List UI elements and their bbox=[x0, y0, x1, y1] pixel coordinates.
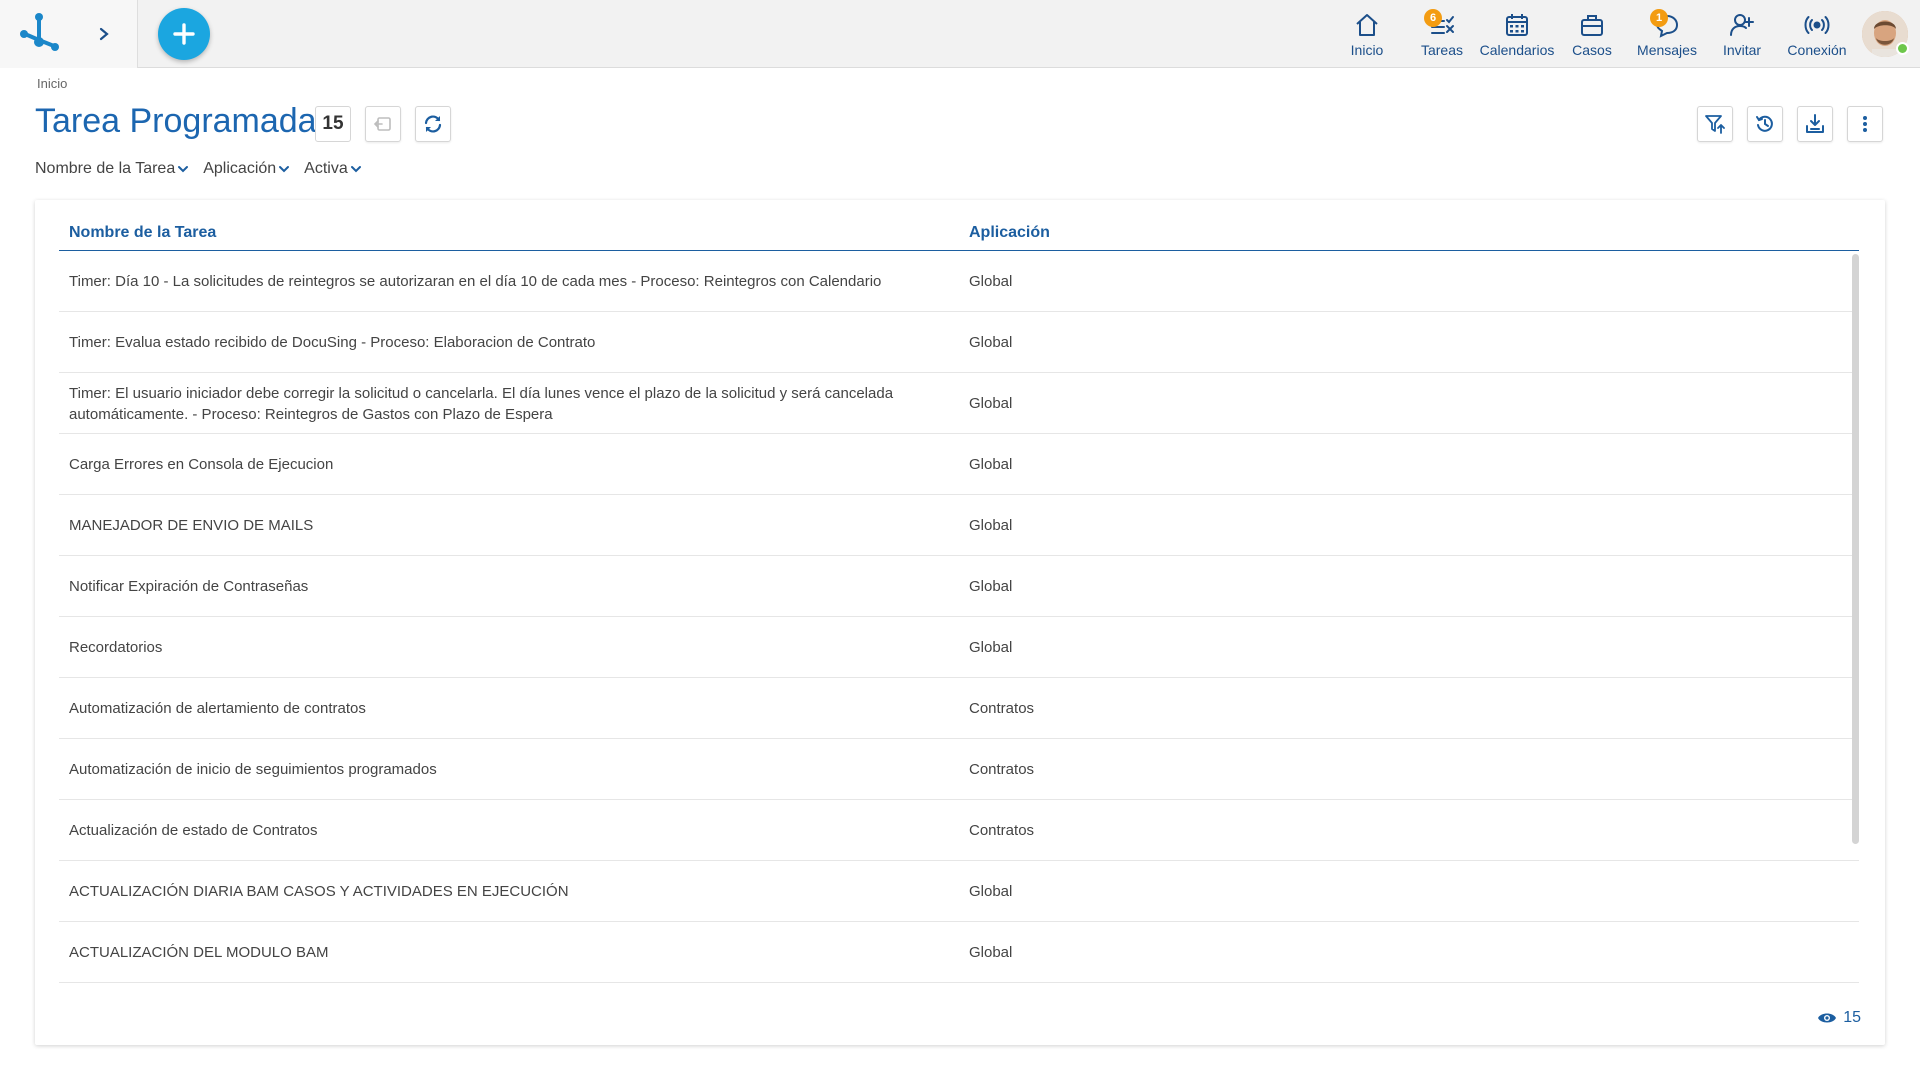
table-row[interactable]: ACTUALIZACIÓN DEL MODULO BAM Global bbox=[59, 922, 1859, 983]
cell-task-name: Carga Errores en Consola de Ejecucion bbox=[69, 456, 334, 473]
nav-label: Tareas bbox=[1420, 42, 1464, 58]
cell-application: Global bbox=[969, 578, 1013, 595]
tasks-badge: 6 bbox=[1424, 9, 1442, 27]
column-header-nombre[interactable]: Nombre de la Tarea bbox=[69, 224, 216, 242]
filter-button[interactable] bbox=[1697, 106, 1733, 142]
chevron-down-icon bbox=[279, 166, 290, 173]
column-header-aplicacion[interactable]: Aplicación bbox=[969, 224, 1050, 242]
filter-label: Nombre de la Tarea bbox=[35, 160, 176, 177]
nav-casos[interactable]: Casos bbox=[1556, 0, 1628, 68]
table-row[interactable]: Recordatorios Global bbox=[59, 617, 1859, 678]
table-row[interactable]: MANEJADOR DE ENVIO DE MAILS Global bbox=[59, 495, 1859, 556]
table-body: Timer: Día 10 - La solicitudes de reinte… bbox=[59, 251, 1859, 983]
visible-count-value: 15 bbox=[1843, 1009, 1861, 1026]
calendar-icon bbox=[1506, 14, 1528, 36]
cell-task-name: Notificar Expiración de Contraseñas bbox=[69, 578, 309, 595]
cell-task-name: MANEJADOR DE ENVIO DE MAILS bbox=[69, 517, 314, 534]
history-button[interactable] bbox=[1747, 106, 1783, 142]
cell-application: Contratos bbox=[969, 761, 1035, 778]
expand-menu-button[interactable] bbox=[92, 22, 116, 46]
cell-task-name: Timer: Día 10 - La solicitudes de reinte… bbox=[69, 273, 882, 290]
results-card: Nombre de la Tarea Aplicación Timer: Día… bbox=[35, 200, 1885, 1045]
cell-application: Global bbox=[969, 517, 1013, 534]
nav-inicio[interactable]: Inicio bbox=[1331, 0, 1403, 68]
cell-application: Global bbox=[969, 395, 1013, 412]
table-row[interactable]: ACTUALIZACIÓN DIARIA BAM CASOS Y ACTIVID… bbox=[59, 861, 1859, 922]
app-logo-icon[interactable] bbox=[16, 10, 62, 56]
nav-label: Invitar bbox=[1722, 42, 1762, 58]
table-row[interactable]: Automatización de alertamiento de contra… bbox=[59, 678, 1859, 739]
cell-application: Global bbox=[969, 273, 1013, 290]
cell-application: Contratos bbox=[969, 822, 1035, 839]
cell-task-name: Automatización de inicio de seguimientos… bbox=[69, 761, 437, 778]
nav-calendarios[interactable]: Calendarios bbox=[1479, 0, 1555, 68]
online-status-dot bbox=[1896, 42, 1909, 55]
table-row[interactable]: Timer: El usuario iniciador debe corregi… bbox=[59, 373, 1859, 434]
plus-icon bbox=[173, 23, 195, 45]
logo-area bbox=[0, 0, 138, 68]
table-row[interactable]: Timer: Evalua estado recibido de DocuSin… bbox=[59, 312, 1859, 373]
chevron-right-icon bbox=[99, 27, 109, 41]
nav-label: Inicio bbox=[1350, 42, 1384, 58]
home-icon bbox=[1356, 14, 1378, 36]
table-row[interactable]: Notificar Expiración de Contraseñas Globa… bbox=[59, 556, 1859, 617]
table-row[interactable]: Actualización de estado de Contratos Cont… bbox=[59, 800, 1859, 861]
eye-icon bbox=[1818, 1013, 1837, 1023]
table-row[interactable]: Carga Errores en Consola de Ejecucion Glo… bbox=[59, 434, 1859, 495]
table-header: Nombre de la Tarea Aplicación bbox=[59, 222, 1859, 251]
filter-activa[interactable]: Activa bbox=[304, 160, 362, 178]
more-vertical-icon bbox=[1863, 116, 1867, 132]
nav-tareas[interactable]: Tareas 6 bbox=[1406, 0, 1478, 68]
top-bar: Inicio Tareas 6 Calendarios Casos Mensaj… bbox=[0, 0, 1920, 68]
table-row[interactable]: Timer: Día 10 - La solicitudes de reinte… bbox=[59, 251, 1859, 312]
table-row[interactable]: Automatización de inicio de seguimientos… bbox=[59, 739, 1859, 800]
download-icon bbox=[1806, 114, 1824, 133]
cell-task-name: ACTUALIZACIÓN DEL MODULO BAM bbox=[69, 944, 329, 961]
add-button[interactable] bbox=[158, 8, 210, 60]
column-filters: Nombre de la Tarea Aplicación Activa bbox=[35, 160, 362, 178]
table-scrollbar[interactable] bbox=[1852, 254, 1859, 844]
messages-badge: 1 bbox=[1650, 9, 1668, 27]
nav-label: Mensajes bbox=[1637, 42, 1697, 58]
page-title: Tarea Programada bbox=[35, 102, 317, 140]
filter-label: Activa bbox=[304, 160, 348, 177]
cell-application: Global bbox=[969, 334, 1013, 351]
filter-icon bbox=[1705, 115, 1725, 134]
back-button[interactable] bbox=[365, 106, 401, 142]
record-count-badge: 15 bbox=[315, 106, 351, 142]
cell-application: Contratos bbox=[969, 700, 1035, 717]
nav-invitar[interactable]: Invitar bbox=[1706, 0, 1778, 68]
broadcast-icon bbox=[1804, 16, 1830, 34]
nav-mensajes[interactable]: Mensajes 1 bbox=[1631, 0, 1703, 68]
filter-nombre-tarea[interactable]: Nombre de la Tarea bbox=[35, 160, 189, 178]
cell-task-name: Actualización de estado de Contratos bbox=[69, 822, 318, 839]
cell-task-name: Timer: El usuario iniciador debe corregi… bbox=[69, 384, 894, 423]
export-button[interactable] bbox=[1797, 106, 1833, 142]
cell-task-name: Recordatorios bbox=[69, 639, 163, 656]
back-icon bbox=[373, 117, 391, 131]
filter-aplicacion[interactable]: Aplicación bbox=[203, 160, 290, 178]
nav-label: Conexión bbox=[1787, 42, 1847, 58]
visible-count: 15 bbox=[1817, 1009, 1861, 1027]
briefcase-icon bbox=[1581, 15, 1603, 36]
cell-application: Global bbox=[969, 456, 1013, 473]
nav-conexion[interactable]: Conexión bbox=[1781, 0, 1853, 68]
filter-label: Aplicación bbox=[203, 160, 277, 177]
chevron-down-icon bbox=[350, 166, 361, 173]
refresh-button[interactable] bbox=[415, 106, 451, 142]
breadcrumb[interactable]: Inicio bbox=[37, 76, 67, 91]
cell-task-name: Timer: Evalua estado recibido de DocuSin… bbox=[69, 334, 596, 351]
cell-task-name: Automatización de alertamiento de contra… bbox=[69, 700, 366, 717]
cell-application: Global bbox=[969, 639, 1013, 656]
nav-label: Casos bbox=[1572, 42, 1612, 58]
add-user-icon bbox=[1730, 14, 1754, 36]
cell-application: Global bbox=[969, 883, 1013, 900]
more-options-button[interactable] bbox=[1847, 106, 1883, 142]
cell-task-name: ACTUALIZACIÓN DIARIA BAM CASOS Y ACTIVID… bbox=[69, 883, 569, 900]
refresh-icon bbox=[424, 115, 442, 133]
chevron-down-icon bbox=[178, 166, 189, 173]
nav-label: Calendarios bbox=[1479, 42, 1555, 58]
history-icon bbox=[1756, 115, 1773, 132]
cell-application: Global bbox=[969, 944, 1013, 961]
